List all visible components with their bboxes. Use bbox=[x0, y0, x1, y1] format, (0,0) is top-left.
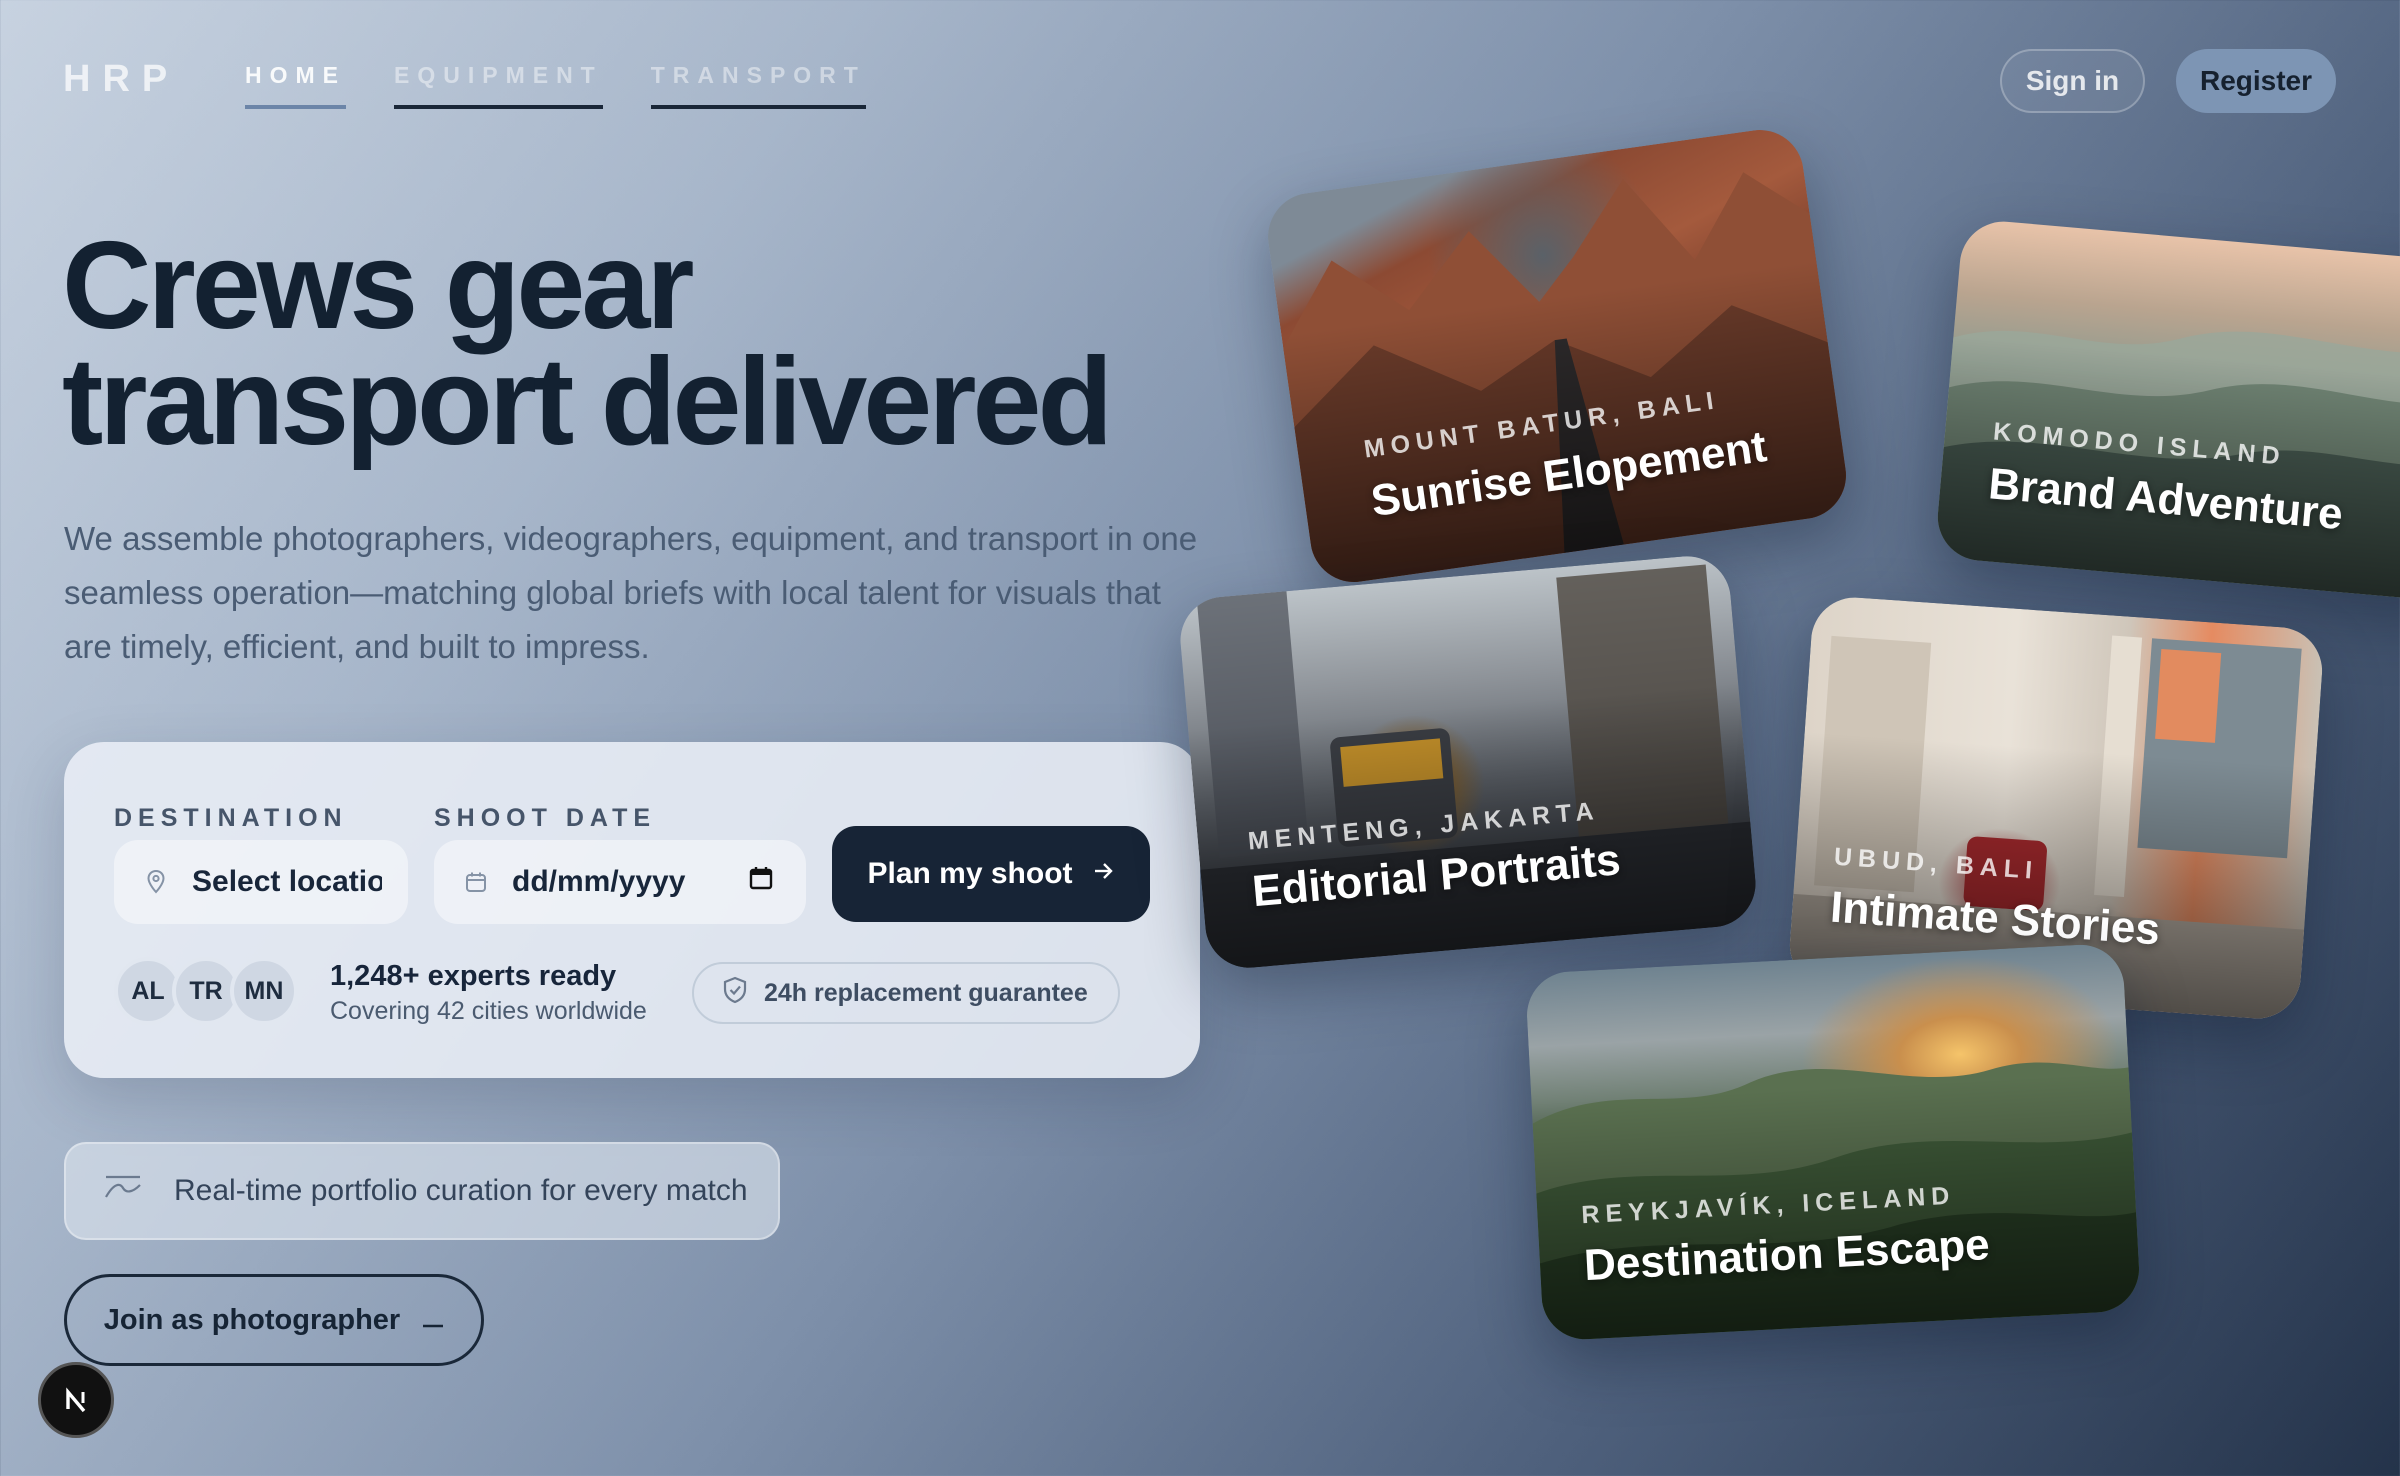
wave-icon bbox=[104, 1174, 142, 1208]
avatar: MN bbox=[230, 957, 298, 1025]
destination-select[interactable]: Select location bbox=[114, 840, 408, 924]
main-nav: HOME EQUIPMENT TRANSPORT bbox=[245, 62, 866, 109]
calendar-icon bbox=[464, 870, 488, 894]
nav-item-equipment[interactable]: EQUIPMENT bbox=[394, 62, 603, 109]
shield-check-icon bbox=[722, 976, 748, 1011]
hero-headline: Crews gear transport delivered bbox=[62, 224, 1113, 464]
join-as-photographer-button[interactable]: Join as photographer bbox=[64, 1274, 484, 1366]
sign-in-button[interactable]: Sign in bbox=[2000, 49, 2145, 113]
join-button-label: Join as photographer bbox=[103, 1303, 401, 1336]
cities-coverage: Covering 42 cities worldwide bbox=[330, 997, 647, 1025]
register-button[interactable]: Register bbox=[2176, 49, 2336, 113]
brand-logo[interactable]: HRP bbox=[63, 58, 179, 101]
experts-count: 1,248+ experts ready bbox=[330, 960, 617, 992]
destination-card-destination-escape[interactable]: REYKJAVÍK, ICELAND Destination Escape bbox=[1524, 942, 2142, 1342]
nav-item-home[interactable]: HOME bbox=[245, 62, 346, 109]
destination-card-brand-adventure[interactable]: KOMODO ISLAND Brand Adventure bbox=[1934, 217, 2400, 603]
shoot-date-label: SHOOT DATE bbox=[434, 804, 657, 832]
n-logo-icon[interactable] bbox=[38, 1362, 114, 1438]
destination-label: DESTINATION bbox=[114, 804, 348, 832]
dash-icon bbox=[422, 1304, 444, 1337]
guarantee-text: 24h replacement guarantee bbox=[764, 978, 1088, 1007]
map-pin-icon bbox=[144, 870, 168, 894]
curation-text: Real-time portfolio curation for every m… bbox=[174, 1174, 748, 1207]
date-picker-icon[interactable] bbox=[748, 865, 774, 899]
booking-card: DESTINATION Select location SHOOT DATE d… bbox=[64, 742, 1200, 1078]
hero-subtitle: We assemble photographers, videographers… bbox=[64, 520, 1198, 665]
curation-banner: Real-time portfolio curation for every m… bbox=[64, 1142, 780, 1240]
shoot-date-input[interactable]: dd/mm/yyyy bbox=[434, 840, 806, 924]
plan-my-shoot-button[interactable]: Plan my shoot bbox=[832, 826, 1150, 922]
nav-item-transport[interactable]: TRANSPORT bbox=[650, 62, 866, 109]
headline-line-2: transport delivered bbox=[62, 333, 1113, 471]
destination-card-editorial-portraits[interactable]: MENTENG, JAKARTA Editorial Portraits bbox=[1176, 552, 1760, 972]
card-shade bbox=[1262, 124, 1852, 588]
arrow-right-icon bbox=[1091, 857, 1115, 891]
date-value: dd/mm/yyyy bbox=[512, 865, 686, 898]
destination-value: Select location bbox=[192, 865, 382, 898]
card-shade bbox=[1934, 217, 2400, 603]
plan-button-label: Plan my shoot bbox=[867, 857, 1073, 890]
expert-avatars: AL TR MN bbox=[114, 957, 298, 1025]
destination-card-sunrise-elopement[interactable]: MOUNT BATUR, BALI Sunrise Elopement bbox=[1262, 124, 1852, 588]
guarantee-badge: 24h replacement guarantee bbox=[692, 962, 1120, 1024]
